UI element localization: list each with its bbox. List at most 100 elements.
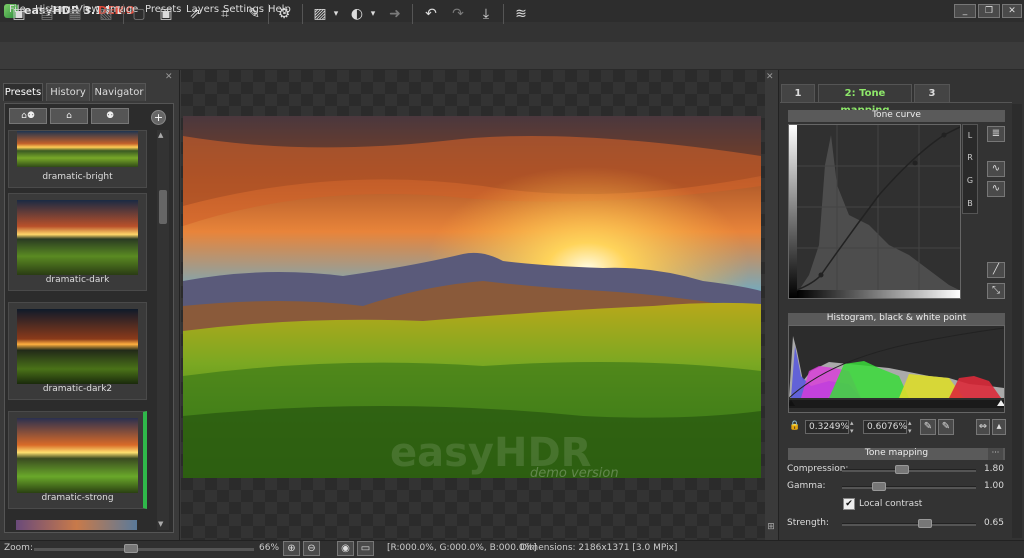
tab-step-3[interactable]: 3 bbox=[914, 84, 950, 102]
preset-label: dramatic-dark bbox=[45, 275, 110, 285]
fullscreen-icon[interactable]: ▭ bbox=[357, 541, 374, 556]
histogram-graph bbox=[789, 327, 1004, 408]
pin-icon[interactable]: ✕ bbox=[766, 72, 774, 82]
next-icon[interactable]: ➜ bbox=[384, 3, 406, 25]
crop-icon[interactable]: ⌗ bbox=[214, 3, 236, 25]
curve-invert-icon[interactable]: ⤡ bbox=[987, 283, 1005, 299]
lock-icon[interactable]: 🔒 bbox=[789, 421, 800, 431]
curve-smooth-icon[interactable]: ∿ bbox=[987, 161, 1005, 177]
compression-value: 1.80 bbox=[983, 464, 1004, 474]
heal-icon[interactable]: ✎ bbox=[243, 3, 265, 25]
close-button[interactable]: ✕ bbox=[1002, 4, 1022, 18]
compare-icon[interactable]: ◐ bbox=[346, 3, 368, 25]
tab-presets[interactable]: Presets bbox=[3, 83, 43, 101]
scroll-up-icon[interactable]: ▲ bbox=[158, 131, 163, 139]
batch-icon[interactable]: ▧ bbox=[95, 3, 117, 25]
tab-tone-mapping[interactable]: 2: Tone mapping bbox=[818, 84, 912, 116]
compression-slider[interactable] bbox=[842, 469, 976, 472]
tab-history[interactable]: History bbox=[46, 83, 90, 101]
open-image-icon[interactable]: ▤ bbox=[36, 3, 58, 25]
reset-icon[interactable]: ⤓ bbox=[475, 3, 497, 25]
add-preset-button[interactable]: + bbox=[151, 110, 166, 125]
minimize-button[interactable]: _ bbox=[954, 4, 976, 18]
menu-bar bbox=[0, 22, 1024, 42]
redo-icon[interactable]: ↷ bbox=[447, 3, 469, 25]
preset-thumbnail bbox=[17, 131, 138, 167]
preset-item[interactable]: dramatic-dark bbox=[8, 193, 147, 291]
watermark-subtitle: demo version bbox=[530, 466, 619, 481]
zoom-out-icon[interactable]: ⊖ bbox=[303, 541, 320, 556]
black-point-input[interactable]: 0.3249% bbox=[805, 420, 849, 434]
scrollbar-thumb[interactable] bbox=[159, 190, 167, 224]
toolbar-separator bbox=[123, 4, 124, 24]
chevron-down-icon[interactable]: ▾ bbox=[330, 3, 342, 25]
compression-slider-knob[interactable] bbox=[895, 465, 909, 474]
white-point-input[interactable]: 0.6076% bbox=[863, 420, 907, 434]
preset-item[interactable]: dramatic-bright bbox=[8, 130, 147, 188]
reset-levels-icon[interactable]: ▴ bbox=[992, 419, 1006, 435]
filter-user-button[interactable]: ⚉ bbox=[91, 108, 129, 124]
open-bracket-icon[interactable]: ▦ bbox=[64, 3, 86, 25]
black-point-stepper-icon[interactable]: ▴ ▾ bbox=[850, 419, 854, 435]
snapshot-icon[interactable]: ◉ bbox=[337, 541, 354, 556]
strength-label: Strength: bbox=[787, 518, 829, 528]
gamma-label: Gamma: bbox=[787, 481, 826, 491]
settings-gear-icon[interactable]: ⚙ bbox=[273, 3, 295, 25]
export-icon[interactable]: ⇗ bbox=[184, 3, 206, 25]
preset-label: dramatic-dark2 bbox=[42, 384, 113, 394]
image-view-icon[interactable]: ▨ bbox=[309, 3, 331, 25]
channel-l[interactable]: L bbox=[962, 131, 978, 140]
channel-b[interactable]: B bbox=[962, 199, 978, 208]
strength-slider[interactable] bbox=[842, 523, 976, 526]
tab-step-1[interactable]: 1 bbox=[781, 84, 815, 102]
right-scrollbar[interactable] bbox=[1012, 104, 1022, 538]
save-icon[interactable]: ▢ bbox=[128, 3, 150, 25]
zoom-slider[interactable] bbox=[34, 548, 254, 551]
image-dimensions: Dimensions: 2186x1371 [3.0 MPix] bbox=[520, 543, 678, 553]
filter-all-button[interactable]: ⌂⚉ bbox=[9, 108, 47, 124]
local-contrast-label: Local contrast bbox=[859, 499, 923, 509]
curve-linear-icon[interactable]: ╱ bbox=[987, 262, 1005, 278]
preset-thumbnail bbox=[17, 309, 138, 384]
zoom-slider-knob[interactable] bbox=[124, 544, 138, 553]
tone-curve-graph[interactable] bbox=[789, 125, 960, 298]
home-icon: ⌂ bbox=[66, 111, 72, 121]
strength-slider-knob[interactable] bbox=[918, 519, 932, 528]
layers-icon[interactable]: ≋ bbox=[510, 3, 532, 25]
zoom-label: Zoom: bbox=[4, 543, 33, 553]
gamma-slider[interactable] bbox=[842, 486, 976, 489]
more-options-icon[interactable]: ··· bbox=[988, 448, 1003, 460]
preset-label: dramatic-strong bbox=[41, 493, 114, 503]
tab-navigator[interactable]: Navigator bbox=[92, 83, 146, 101]
black-eyedropper-icon[interactable]: ✎ bbox=[920, 419, 936, 435]
zoom-in-icon[interactable]: ⊕ bbox=[283, 541, 300, 556]
chevron-down-icon[interactable]: ▾ bbox=[367, 3, 379, 25]
resize-grip-icon[interactable]: ⊞ bbox=[765, 522, 777, 538]
curve-spline-icon[interactable]: ∿ bbox=[987, 181, 1005, 197]
local-contrast-checkbox[interactable]: ✔ bbox=[843, 498, 855, 510]
gamma-slider-knob[interactable] bbox=[872, 482, 886, 491]
tab-divider bbox=[780, 102, 1012, 103]
scroll-down-icon[interactable]: ▼ bbox=[158, 520, 163, 528]
new-file-icon[interactable]: ▣ bbox=[8, 3, 30, 25]
undo-icon[interactable]: ↶ bbox=[420, 3, 442, 25]
white-eyedropper-icon[interactable]: ✎ bbox=[938, 419, 954, 435]
maximize-button[interactable]: ❐ bbox=[978, 4, 1000, 18]
section-tone-mapping: Tone mapping bbox=[788, 448, 1005, 460]
save-as-icon[interactable]: ▣ bbox=[155, 3, 177, 25]
compression-label: Compression: bbox=[787, 464, 849, 474]
hdr-photo bbox=[183, 116, 761, 478]
pin-icon[interactable]: ✕ bbox=[165, 72, 173, 82]
preset-thumbnail bbox=[16, 520, 137, 530]
curve-presets-icon[interactable]: ≣ bbox=[987, 126, 1005, 142]
white-point-stepper-icon[interactable]: ▴ ▾ bbox=[908, 419, 912, 435]
user-icon: ⚉ bbox=[105, 111, 115, 121]
channel-r[interactable]: R bbox=[962, 153, 978, 162]
preset-thumbnail bbox=[17, 200, 138, 275]
toolbar-separator bbox=[503, 4, 504, 24]
preset-item-selected[interactable]: dramatic-strong bbox=[8, 411, 147, 509]
preset-item[interactable]: dramatic-dark2 bbox=[8, 302, 147, 400]
channel-g[interactable]: G bbox=[962, 176, 978, 185]
auto-levels-icon[interactable]: ⇔ bbox=[976, 419, 990, 435]
filter-builtin-button[interactable]: ⌂ bbox=[50, 108, 88, 124]
